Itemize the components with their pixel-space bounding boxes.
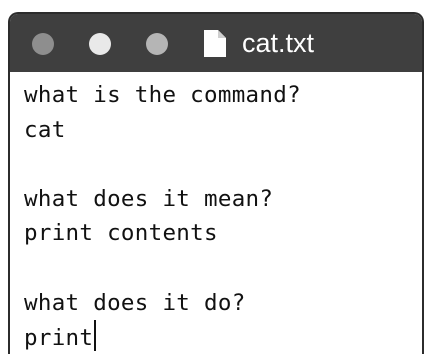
text-line[interactable]: what does it mean? xyxy=(24,182,301,217)
text-line[interactable] xyxy=(24,251,301,286)
text-line-with-caret[interactable]: print xyxy=(24,320,301,354)
text-line[interactable]: what is the command? xyxy=(24,78,301,113)
text-line[interactable]: print contents xyxy=(24,216,301,251)
zoom-window-button[interactable] xyxy=(146,33,168,55)
text-editor-window: cat.txt what is the command? cat what do… xyxy=(8,12,424,354)
text-cursor xyxy=(94,320,97,352)
text-line[interactable] xyxy=(24,147,301,182)
text-line[interactable]: what does it do? xyxy=(24,286,301,321)
text-line-text: print xyxy=(24,325,94,352)
window-title: cat.txt xyxy=(242,28,315,58)
editor-area[interactable]: what is the command? cat what does it me… xyxy=(10,72,422,354)
close-window-button[interactable] xyxy=(32,33,54,55)
document-icon xyxy=(204,30,226,57)
text-content[interactable]: what is the command? cat what does it me… xyxy=(24,78,301,354)
text-line[interactable]: cat xyxy=(24,113,301,148)
title-bar[interactable]: cat.txt xyxy=(10,14,422,72)
minimize-window-button[interactable] xyxy=(89,33,111,55)
